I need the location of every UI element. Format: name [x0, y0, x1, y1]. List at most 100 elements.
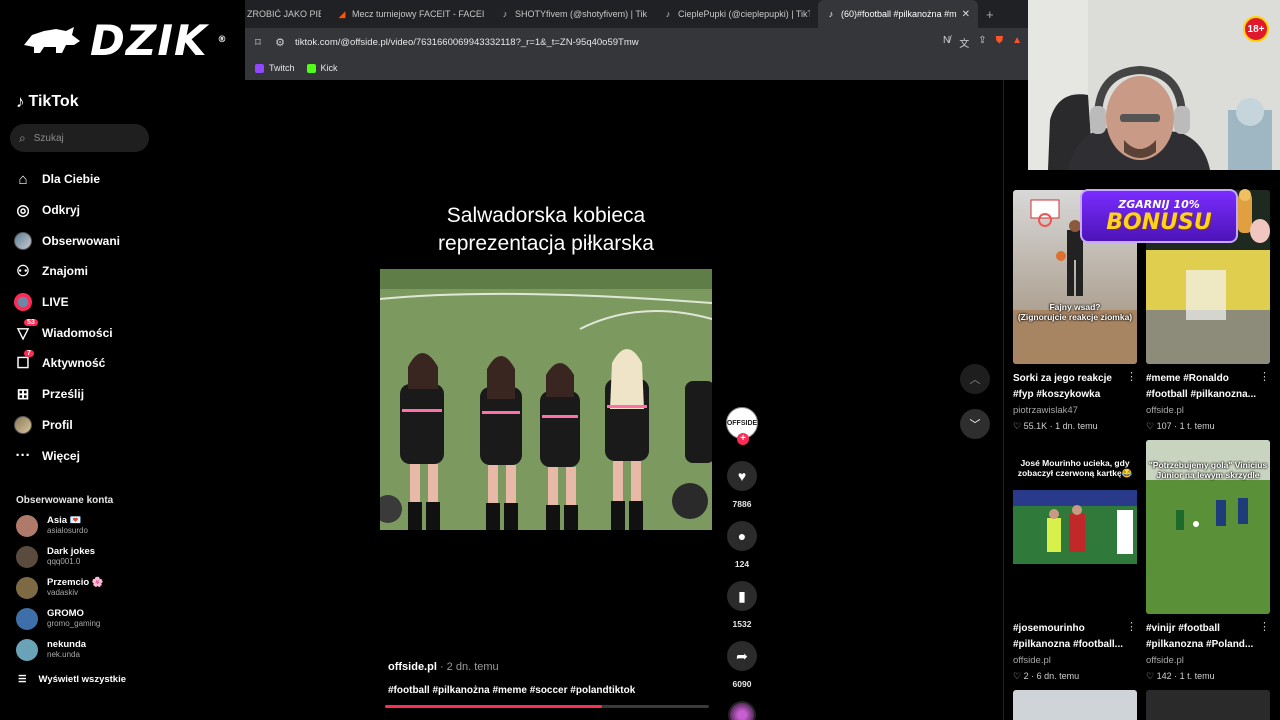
sidebar-item-obserwowani[interactable]: Obserwowani [14, 225, 160, 256]
tiktok-logo[interactable]: ♪ TikTok [16, 92, 160, 112]
tiktok-sidebar: ♪ TikTok ⌕ ⌂ Dla Ciebie ◎ Odkryj Obserwo… [0, 80, 170, 720]
like-action[interactable]: ♥ 7886 [722, 461, 762, 509]
tab-title: Mecz turniejowy FACEIT - FACEIT.com [352, 9, 484, 19]
video-stats: ♡ 142 · 1 t. temu [1146, 671, 1215, 681]
profile-icon [14, 415, 32, 434]
more-options-icon[interactable]: ⋮ [1259, 370, 1270, 383]
recommended-video-card[interactable]: José Mourinho ucieka, gdy zobaczył czerw… [1013, 440, 1137, 690]
account-handle: nek.unda [47, 650, 80, 660]
browser-tab-3[interactable]: ♪ SHOTYfivem (@shotyfivem) | TikTok [492, 0, 655, 28]
like-count: 7886 [732, 499, 752, 509]
save-action[interactable]: ▮ 1532 [722, 581, 762, 629]
video-player[interactable] [380, 269, 712, 530]
sidebar-item-dla-ciebie[interactable]: ⌂ Dla Ciebie [14, 164, 160, 195]
sidebar-item-wiadomosci[interactable]: ▽ 53 Wiadomości [14, 317, 160, 348]
boar-icon [24, 27, 80, 53]
sidebar-item-label: LIVE [42, 295, 69, 310]
following-accounts-heading: Obserwowane konta [16, 494, 114, 506]
chevron-up-icon[interactable]: ︿ [960, 364, 990, 394]
chevron-down-icon[interactable]: ﹀ [960, 409, 990, 439]
sidebar-item-label: Aktywność [42, 356, 106, 371]
video-author[interactable]: offside.pl [388, 661, 437, 673]
posted-time: 1 t. temu [1179, 421, 1215, 431]
video-progress-bar[interactable] [385, 705, 709, 708]
heart-outline-icon: ♡ [1013, 671, 1022, 681]
account-handle: vadaskiv [47, 588, 79, 598]
live-icon [14, 293, 32, 312]
brave-rewards-icon[interactable]: ▲ [1012, 35, 1022, 50]
tab-title: (60)#football #pilkanożna #mem [841, 9, 957, 19]
heart-icon[interactable]: ♥ [727, 461, 757, 491]
brave-shields-icon[interactable]: ⛊ [996, 35, 1004, 50]
share-icon[interactable]: ⇪ [978, 35, 986, 50]
video-thumbnail[interactable]: "Potrzebujemy gola" Vinicius Júnior na l… [1146, 440, 1270, 614]
share-count: 6090 [732, 679, 752, 689]
followed-account[interactable]: GROMO gromo_gaming [16, 607, 160, 630]
creator-avatar[interactable]: OFFSIDE + [726, 407, 758, 445]
followed-account[interactable]: nekunda nek.unda [16, 638, 160, 661]
tiktok-favicon-icon: ♪ [665, 9, 671, 19]
browser-tab-4[interactable]: ♪ CieplePupki (@cieplepupki) | TikTok [655, 0, 818, 28]
kick-icon [306, 63, 316, 73]
like-count: 55.1K [1023, 421, 1048, 431]
bookmark-icon[interactable]: ⌑ [251, 36, 265, 49]
comment-icon[interactable]: ● [727, 521, 757, 551]
video-thumbnail[interactable] [1013, 690, 1137, 720]
brand-name: DZIK [90, 15, 208, 65]
bookmark-kick[interactable]: Kick [306, 63, 338, 73]
show-all-accounts-link[interactable]: ☰ Wyświetl wszystkie [18, 674, 160, 685]
more-options-icon[interactable]: ⋮ [1126, 620, 1137, 633]
account-handle: gromo_gaming [47, 619, 101, 629]
bookmark-twitch[interactable]: Twitch [255, 63, 295, 73]
search-input[interactable] [33, 132, 124, 144]
sidebar-item-label: Prześlij [42, 387, 85, 402]
avatar [16, 514, 38, 537]
browser-tab-2[interactable]: ◢ Mecz turniejowy FACEIT - FACEIT.com [329, 0, 492, 28]
followed-account[interactable]: Asia 💌 asialosurdo [16, 514, 160, 537]
translate-icon[interactable]: 文 [959, 35, 969, 50]
more-options-icon[interactable]: ⋮ [1126, 370, 1137, 383]
sidebar-item-aktywnosc[interactable]: ☐ 7 Aktywność [14, 348, 160, 379]
video-hashtags[interactable]: #football #pilkanożna #meme #soccer #pol… [388, 685, 635, 696]
browser-tab-1[interactable]: ZROBIĆ JAKO PIERW [245, 0, 329, 28]
follow-plus-icon[interactable]: + [737, 433, 749, 445]
followed-account[interactable]: Dark jokes qqq001.0 [16, 545, 160, 568]
bonus-promo-overlay: ZGARNIJ 10% BONUSU [1080, 187, 1270, 245]
search-box[interactable]: ⌕ [10, 124, 149, 152]
sidebar-item-label: Odkryj [42, 203, 81, 218]
browser-tab-active[interactable]: ♪ (60)#football #pilkanożna #mem ✕ [818, 0, 978, 28]
site-settings-icon[interactable]: ⚙ [273, 36, 287, 49]
sidebar-item-live[interactable]: LIVE [14, 287, 160, 318]
more-options-icon[interactable]: ⋮ [1259, 620, 1270, 633]
video-frame-image [380, 269, 712, 530]
recommended-video-card[interactable]: "Potrzebujemy gola" Vinicius Júnior na l… [1146, 440, 1270, 690]
sidebar-item-przeslij[interactable]: ⊞ Prześlij [14, 379, 160, 410]
video-author[interactable]: piotrzawislak47 [1013, 403, 1137, 419]
video-author[interactable]: offside.pl [1146, 403, 1270, 419]
video-author[interactable]: offside.pl [1013, 653, 1137, 669]
url-field[interactable]: tiktok.com/@offside.pl/video/76316600699… [295, 37, 935, 48]
music-disc-icon[interactable] [728, 701, 756, 720]
bookmarks-bar: Twitch Kick [245, 56, 1028, 80]
webcam-image [1028, 0, 1280, 170]
followed-account[interactable]: Przemcio 🌸 vadaskiv [16, 576, 160, 599]
video-thumbnail[interactable] [1146, 690, 1270, 720]
sidebar-item-label: Znajomi [42, 264, 89, 279]
share-arrow-icon[interactable]: ➦ [727, 641, 757, 671]
close-tab-icon[interactable]: ✕ [962, 9, 970, 20]
sidebar-item-znajomi[interactable]: ⚇ Znajomi [14, 256, 160, 287]
video-caption: #josemourinho [1013, 623, 1085, 634]
comment-action[interactable]: ● 124 [722, 521, 762, 569]
bookmark-icon[interactable]: ▮ [727, 581, 757, 611]
bonus-line1: ZGARNIJ 10% [1118, 197, 1200, 211]
sidebar-item-odkryj[interactable]: ◎ Odkryj [14, 195, 160, 226]
share-action[interactable]: ➦ 6090 [722, 641, 762, 689]
new-tab-button[interactable]: + [978, 0, 1002, 28]
sidebar-item-wiecej[interactable]: ··· Więcej [14, 440, 160, 471]
video-title-overlay: Salwadorska kobieca reprezentacja piłkar… [375, 202, 717, 258]
stream-brand-logo: DZIK ® [0, 0, 245, 80]
translate-off-icon[interactable]: N̸ [943, 35, 950, 50]
video-thumbnail[interactable]: José Mourinho ucieka, gdy zobaczył czerw… [1013, 440, 1137, 614]
video-author[interactable]: offside.pl [1146, 653, 1270, 669]
sidebar-item-profil[interactable]: Profil [14, 410, 160, 441]
